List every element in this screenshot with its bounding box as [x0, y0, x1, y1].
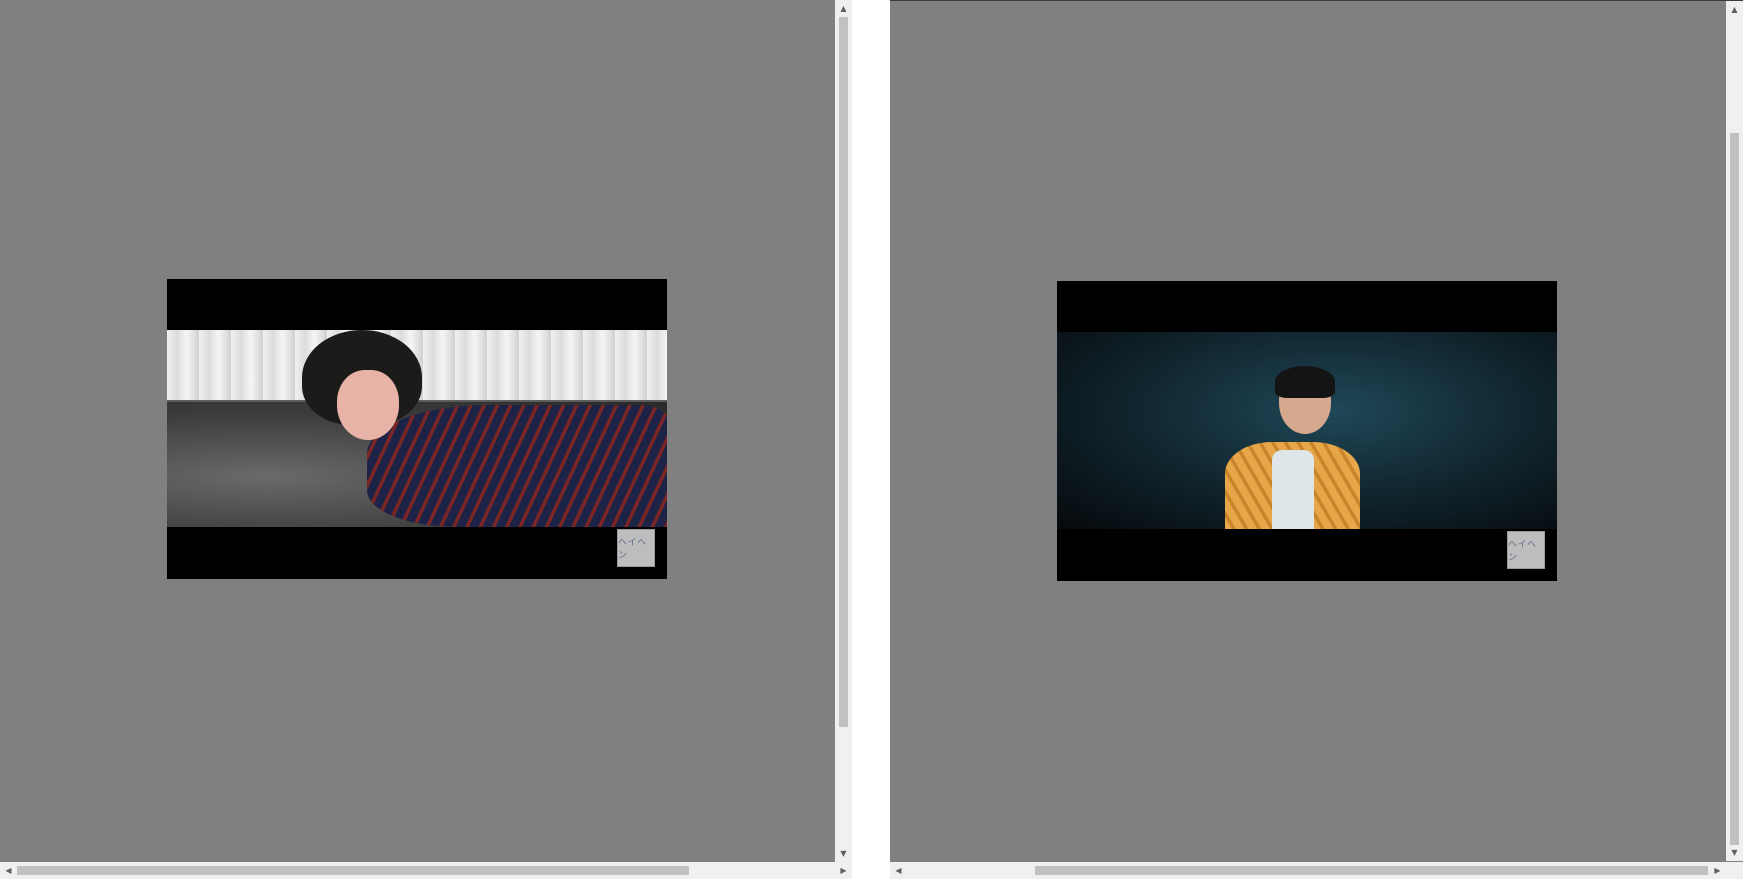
striped-dress	[367, 405, 667, 527]
vertical-scroll-thumb[interactable]	[839, 17, 848, 727]
watermark-badge: ヘイヘン	[1507, 531, 1545, 569]
horizontal-scroll-thumb[interactable]	[1035, 866, 1708, 875]
scrollbar-corner	[1726, 862, 1743, 879]
face	[337, 370, 399, 440]
video-frame-man	[1057, 332, 1557, 529]
scroll-down-icon[interactable]: ▼	[1726, 844, 1743, 861]
vertical-scrollbar[interactable]: ▲ ▼	[1726, 1, 1743, 861]
left-browser-pane: ヘイヘン ▲ ▼ ◀ ▶	[0, 0, 852, 879]
scroll-up-icon[interactable]: ▲	[1726, 1, 1743, 18]
white-tee	[1272, 450, 1314, 529]
scroll-left-icon[interactable]: ◀	[890, 862, 907, 879]
scroll-up-icon[interactable]: ▲	[835, 0, 852, 17]
horizontal-scroll-thumb[interactable]	[17, 866, 689, 875]
vertical-scroll-thumb[interactable]	[1730, 133, 1739, 845]
scroll-right-icon[interactable]: ▶	[835, 862, 852, 879]
horizontal-scrollbar[interactable]: ◀ ▶	[0, 862, 852, 879]
hair	[1275, 366, 1335, 398]
watermark-badge: ヘイヘン	[617, 529, 655, 567]
scroll-left-icon[interactable]: ◀	[0, 862, 17, 879]
video-frame-woman	[167, 330, 667, 527]
video-player-left[interactable]: ヘイヘン	[167, 279, 667, 579]
pane-divider	[852, 0, 890, 879]
vertical-scrollbar[interactable]: ▲ ▼	[835, 0, 852, 862]
horizontal-scrollbar[interactable]: ◀ ▶	[890, 862, 1743, 879]
right-browser-pane: ヘイヘン ▲ ▼ ◀ ▶	[890, 0, 1743, 879]
scroll-right-icon[interactable]: ▶	[1709, 862, 1726, 879]
video-player-right[interactable]: ヘイヘン	[1057, 281, 1557, 581]
scroll-down-icon[interactable]: ▼	[835, 845, 852, 862]
